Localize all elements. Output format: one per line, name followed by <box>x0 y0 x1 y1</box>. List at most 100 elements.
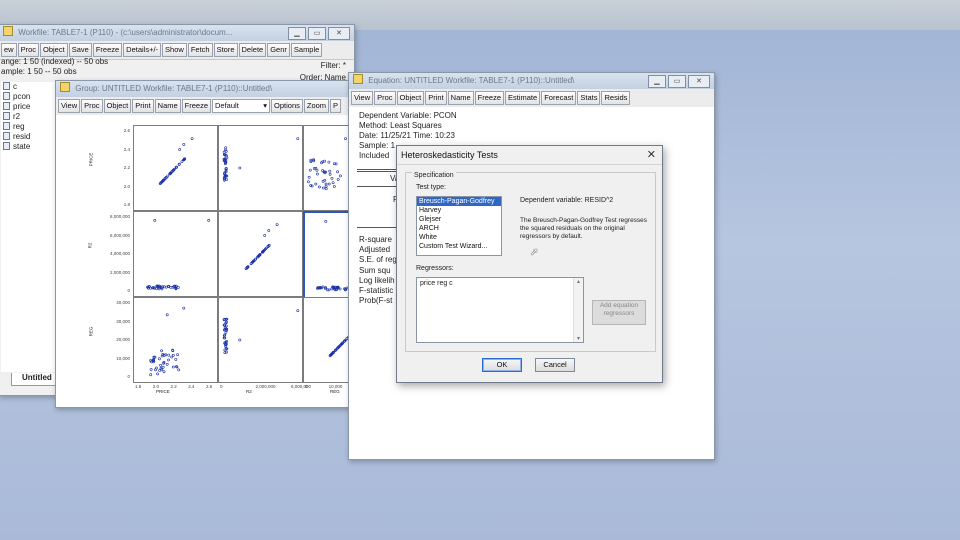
scatter-point <box>177 368 181 372</box>
grp-tb-p[interactable]: P <box>330 99 342 113</box>
scatter-point <box>154 368 157 372</box>
col-tick-price-4: 2.6 <box>206 384 213 389</box>
dependent-variable-text: Dependent variable: RESID^2 <box>520 197 614 204</box>
group-window: Group: UNTITLED Workfile: TABLE7-1 (P110… <box>55 80 354 408</box>
grp-tb-view[interactable]: View <box>58 99 81 113</box>
scatter-point <box>167 358 170 362</box>
row-tick-reg-0: 40,000 <box>116 300 130 305</box>
var-reg[interactable]: reg <box>1 122 61 132</box>
workfile-titlebar[interactable]: Workfile: TABLE7-1 (P110) - (c:\users\ad… <box>0 25 354 41</box>
var-price[interactable]: price <box>1 102 61 112</box>
scatter-points-price-price <box>158 137 194 186</box>
test-type-custom-wizard[interactable]: Custom Test Wizard... <box>417 242 501 251</box>
test-type-glejser[interactable]: Glejser <box>417 215 501 224</box>
eq-date-time: Date: 11/25/21 Time: 10:23 <box>359 131 455 140</box>
grp-tb-proc[interactable]: Proc <box>81 99 103 113</box>
eq-tb-print[interactable]: Print <box>425 91 447 105</box>
wf-tb-delete[interactable]: Delete <box>238 43 267 57</box>
wf-tb-details[interactable]: Details+/- <box>123 43 162 57</box>
scatter-point <box>324 187 328 191</box>
wf-tb-fetch[interactable]: Fetch <box>187 43 213 57</box>
eq-close-button[interactable]: ✕ <box>688 75 710 88</box>
cancel-button[interactable]: Cancel <box>535 358 575 372</box>
row-tick-r2-1: 6,000,000 <box>109 232 130 238</box>
scatter-cell-reg-vs-r2 <box>218 297 303 383</box>
row-tick-price-1: 2.4 <box>123 146 130 152</box>
var-c[interactable]: c <box>1 82 61 92</box>
eq-tb-view[interactable]: View <box>351 91 374 105</box>
workfile-range: ange: 1 50 (indexed) -- 50 obs <box>1 57 109 66</box>
var-state[interactable]: state <box>1 142 61 152</box>
eq-tb-name[interactable]: Name <box>447 91 474 105</box>
group-titlebar[interactable]: Group: UNTITLED Workfile: TABLE7-1 (P110… <box>56 81 353 97</box>
grp-tb-zoom[interactable]: Zoom <box>303 99 330 113</box>
col-tick-r2-1: 2,000,000 <box>255 384 276 389</box>
eq-maximize-button[interactable]: ▭ <box>668 75 686 88</box>
scatter-point <box>321 186 325 190</box>
eq-dependent-variable: Dependent Variable: PCON <box>359 111 457 120</box>
test-type-breusch-pagan-godfrey[interactable]: Breusch-Pagan-Godfrey <box>417 197 501 206</box>
eq-minimize-button[interactable]: ▁ <box>648 75 666 88</box>
grp-tb-print[interactable]: Print <box>132 99 154 113</box>
eq-tb-object[interactable]: Object <box>396 91 425 105</box>
test-type-list[interactable]: Breusch-Pagan-Godfrey Harvey Glejser ARC… <box>416 196 502 256</box>
add-equation-regressors-button[interactable]: Add equation regressors <box>592 300 646 325</box>
test-type-arch[interactable]: ARCH <box>417 224 501 233</box>
scatter-points-reg-price <box>149 306 186 377</box>
row-tick-r2-2: 4,000,000 <box>109 251 130 256</box>
scatter-point <box>324 184 328 188</box>
wf-tb-proc[interactable]: Proc <box>17 43 40 57</box>
eq-tb-stats[interactable]: Stats <box>577 91 601 105</box>
scatter-point <box>159 363 163 367</box>
series-icon <box>3 112 10 120</box>
eq-tb-resids[interactable]: Resids <box>601 91 631 105</box>
wf-tb-save[interactable]: Save <box>68 43 92 57</box>
eq-tb-freeze[interactable]: Freeze <box>474 91 505 105</box>
regressors-scrollbar[interactable]: ▴ ▾ <box>573 278 583 342</box>
wf-tb-object[interactable]: Object <box>40 43 68 57</box>
regressors-textarea[interactable]: price reg c ▴ ▾ <box>416 277 584 343</box>
scatter-point <box>332 185 336 188</box>
wf-tb-view[interactable]: ew <box>1 43 17 57</box>
ok-button[interactable]: OK <box>482 358 522 372</box>
scatter-point <box>296 309 300 313</box>
wf-tb-store[interactable]: Store <box>213 43 238 57</box>
test-type-harvey[interactable]: Harvey <box>417 206 501 215</box>
var-pcon[interactable]: pcon <box>1 92 61 102</box>
scatter-point <box>315 172 319 176</box>
scroll-down-icon[interactable]: ▾ <box>574 335 583 342</box>
grp-tb-name[interactable]: Name <box>154 99 181 113</box>
wf-tb-freeze[interactable]: Freeze <box>92 43 123 57</box>
equation-titlebar[interactable]: Equation: UNTITLED Workfile: TABLE7-1 (P… <box>349 73 714 89</box>
dialog-titlebar[interactable]: Heteroskedasticity Tests ✕ <box>397 146 662 165</box>
test-type-white[interactable]: White <box>417 233 501 242</box>
eq-tb-proc[interactable]: Proc <box>374 91 396 105</box>
grp-tb-freeze[interactable]: Freeze <box>181 99 212 113</box>
workfile-sample: ample: 1 50 -- 50 obs <box>1 67 77 76</box>
close-icon[interactable]: ✕ <box>647 146 656 164</box>
scatter-point <box>324 219 328 223</box>
series-icon <box>3 122 10 130</box>
wf-tb-genr[interactable]: Genr <box>267 43 290 57</box>
scatter-cell-reg-vs-reg <box>303 297 353 383</box>
var-r2[interactable]: r2 <box>1 112 61 122</box>
grp-view-dropdown[interactable]: Default ▾ <box>212 99 271 113</box>
maximize-button[interactable]: ▭ <box>308 27 326 40</box>
scatter-cell-r2-vs-r2 <box>218 211 303 297</box>
scatter-point <box>344 137 347 141</box>
test-type-label: Test type: <box>416 184 446 191</box>
grp-tb-options[interactable]: Options <box>271 99 303 113</box>
var-resid[interactable]: resid <box>1 132 61 142</box>
y-axis-label-price: PRICE <box>88 152 94 167</box>
y-axis-label-reg: REG <box>88 326 94 337</box>
scroll-up-icon[interactable]: ▴ <box>574 278 583 285</box>
eq-tb-estimate[interactable]: Estimate <box>505 91 541 105</box>
wf-tb-show[interactable]: Show <box>162 43 187 57</box>
grp-tb-object[interactable]: Object <box>103 99 132 113</box>
close-button[interactable]: ✕ <box>328 27 350 40</box>
minimize-button[interactable]: ▁ <box>288 27 306 40</box>
scatter-point <box>308 168 312 172</box>
wf-tb-sample[interactable]: Sample <box>290 43 323 57</box>
row-tick-price-0: 2.6 <box>123 128 130 133</box>
eq-tb-forecast[interactable]: Forecast <box>541 91 577 105</box>
